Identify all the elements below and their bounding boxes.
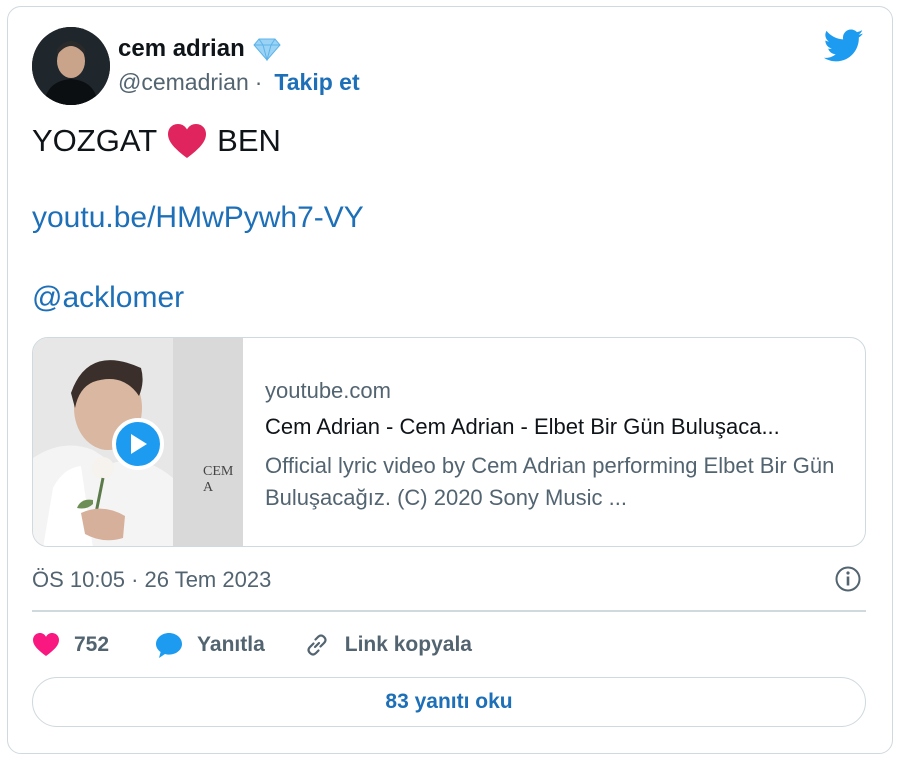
avatar[interactable] bbox=[32, 27, 110, 105]
twitter-bird-icon[interactable] bbox=[824, 29, 864, 63]
play-button[interactable] bbox=[112, 418, 164, 470]
reply-bubble-icon bbox=[156, 633, 183, 658]
tweet-timestamp[interactable]: ÖS 10:05 · 26 Tem 2023 bbox=[32, 567, 271, 593]
copy-link-button[interactable]: Link kopyala bbox=[303, 631, 472, 659]
thumbnail-caption: CEM A bbox=[203, 464, 234, 495]
info-icon[interactable] bbox=[834, 565, 862, 593]
reply-button[interactable]: Yanıtla bbox=[155, 631, 265, 659]
card-description: Official lyric video by Cem Adrian perfo… bbox=[265, 453, 835, 510]
reply-label: Yanıtla bbox=[197, 633, 265, 656]
card-domain: youtube.com bbox=[265, 378, 391, 403]
tweet-text-before: YOZGAT bbox=[32, 123, 158, 158]
follow-link[interactable]: Takip et bbox=[274, 69, 359, 96]
video-thumbnail[interactable]: CEM A bbox=[33, 338, 243, 546]
like-heart-icon bbox=[33, 633, 59, 656]
verified-diamond-icon bbox=[253, 38, 281, 61]
copy-link-label: Link kopyala bbox=[344, 633, 472, 656]
tweet-text-after: BEN bbox=[217, 123, 281, 158]
tweet-actions: 752 Yanıtla Link kopyala bbox=[32, 627, 512, 663]
author-name[interactable]: cem adrian bbox=[118, 35, 281, 63]
read-replies-button[interactable]: 83 yanıtı oku bbox=[32, 677, 866, 727]
likes-count: 752 bbox=[74, 633, 110, 656]
author-handle-row: @cemadrian · Takip et bbox=[118, 69, 360, 96]
mention-link[interactable]: @acklomer bbox=[32, 281, 184, 315]
author-name-text[interactable]: cem adrian bbox=[118, 35, 245, 63]
play-icon bbox=[131, 434, 147, 454]
red-heart-emoji bbox=[168, 124, 207, 158]
like-button[interactable]: 752 bbox=[32, 631, 109, 659]
tweet-text: YOZGAT BEN bbox=[32, 123, 281, 159]
link-icon bbox=[307, 634, 327, 656]
tweet-card: cem adrian @cemadrian · Takip et YOZGAT … bbox=[7, 6, 893, 754]
author-handle[interactable]: @cemadrian bbox=[118, 69, 249, 96]
divider bbox=[32, 610, 866, 612]
card-title[interactable]: Cem Adrian - Cem Adrian - Elbet Bir Gün … bbox=[265, 414, 855, 440]
youtube-link[interactable]: youtu.be/HMwPywh7-VY bbox=[32, 201, 364, 235]
separator-dot: · bbox=[254, 69, 263, 95]
link-preview-card[interactable]: CEM A youtube.com Cem Adrian - Cem Adria… bbox=[32, 337, 866, 547]
